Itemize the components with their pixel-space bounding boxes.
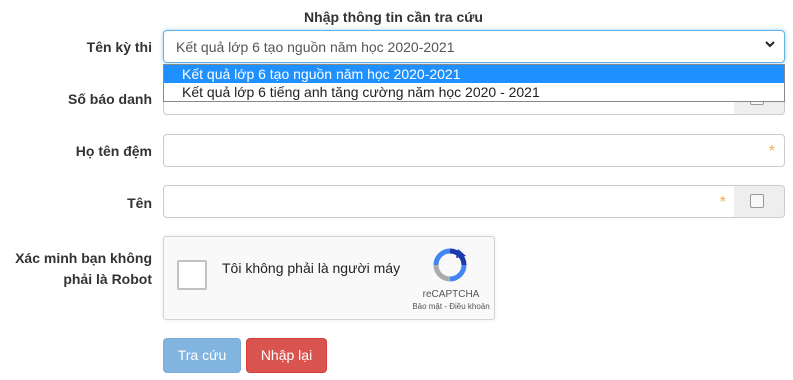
reset-button[interactable]: Nhập lại (246, 338, 327, 373)
name-label: Tên (127, 195, 152, 211)
exam-select[interactable]: Kết quả lớp 6 tạo nguồn năm học 2020-202… (163, 30, 785, 63)
robot-label-line: Xác minh bạn không (15, 250, 152, 266)
exam-option[interactable]: Kết quả lớp 6 tạo nguồn năm học 2020-202… (164, 65, 784, 83)
name-checkbox[interactable] (750, 194, 764, 208)
name-addon (734, 185, 785, 218)
required-icon: * (768, 143, 775, 160)
surname-label: Họ tên đệm (75, 143, 152, 159)
recaptcha-links[interactable]: Bảo mật - Điều khoản (384, 302, 518, 311)
form-title: Nhập thông tin cần tra cứu (304, 9, 483, 25)
robot-label-line: phải là Robot (63, 271, 152, 287)
recaptcha-checkbox[interactable] (177, 260, 207, 290)
recaptcha-text: Tôi không phải là người máy (222, 260, 401, 276)
exam-label: Tên kỳ thi (86, 39, 152, 55)
chevron-down-icon[interactable] (764, 38, 776, 53)
recaptcha-logo-icon (432, 247, 468, 283)
exam-selected-value: Kết quả lớp 6 tạo nguồn năm học 2020-202… (176, 39, 455, 55)
name-input[interactable]: * (163, 185, 735, 218)
recaptcha-widget: Tôi không phải là người máy reCAPTCHA Bả… (163, 236, 495, 320)
surname-input[interactable]: * (163, 134, 785, 167)
robot-label: Xác minh bạn không phải là Robot (15, 248, 152, 290)
sbd-label: Số báo danh (68, 91, 152, 107)
exam-option[interactable]: Kết quả lớp 6 tiếng anh tăng cường năm h… (164, 83, 784, 101)
recaptcha-brand: reCAPTCHA (422, 289, 480, 300)
search-button[interactable]: Tra cứu (163, 338, 241, 373)
exam-dropdown[interactable]: Kết quả lớp 6 tạo nguồn năm học 2020-202… (163, 64, 785, 102)
required-icon: * (719, 194, 726, 211)
